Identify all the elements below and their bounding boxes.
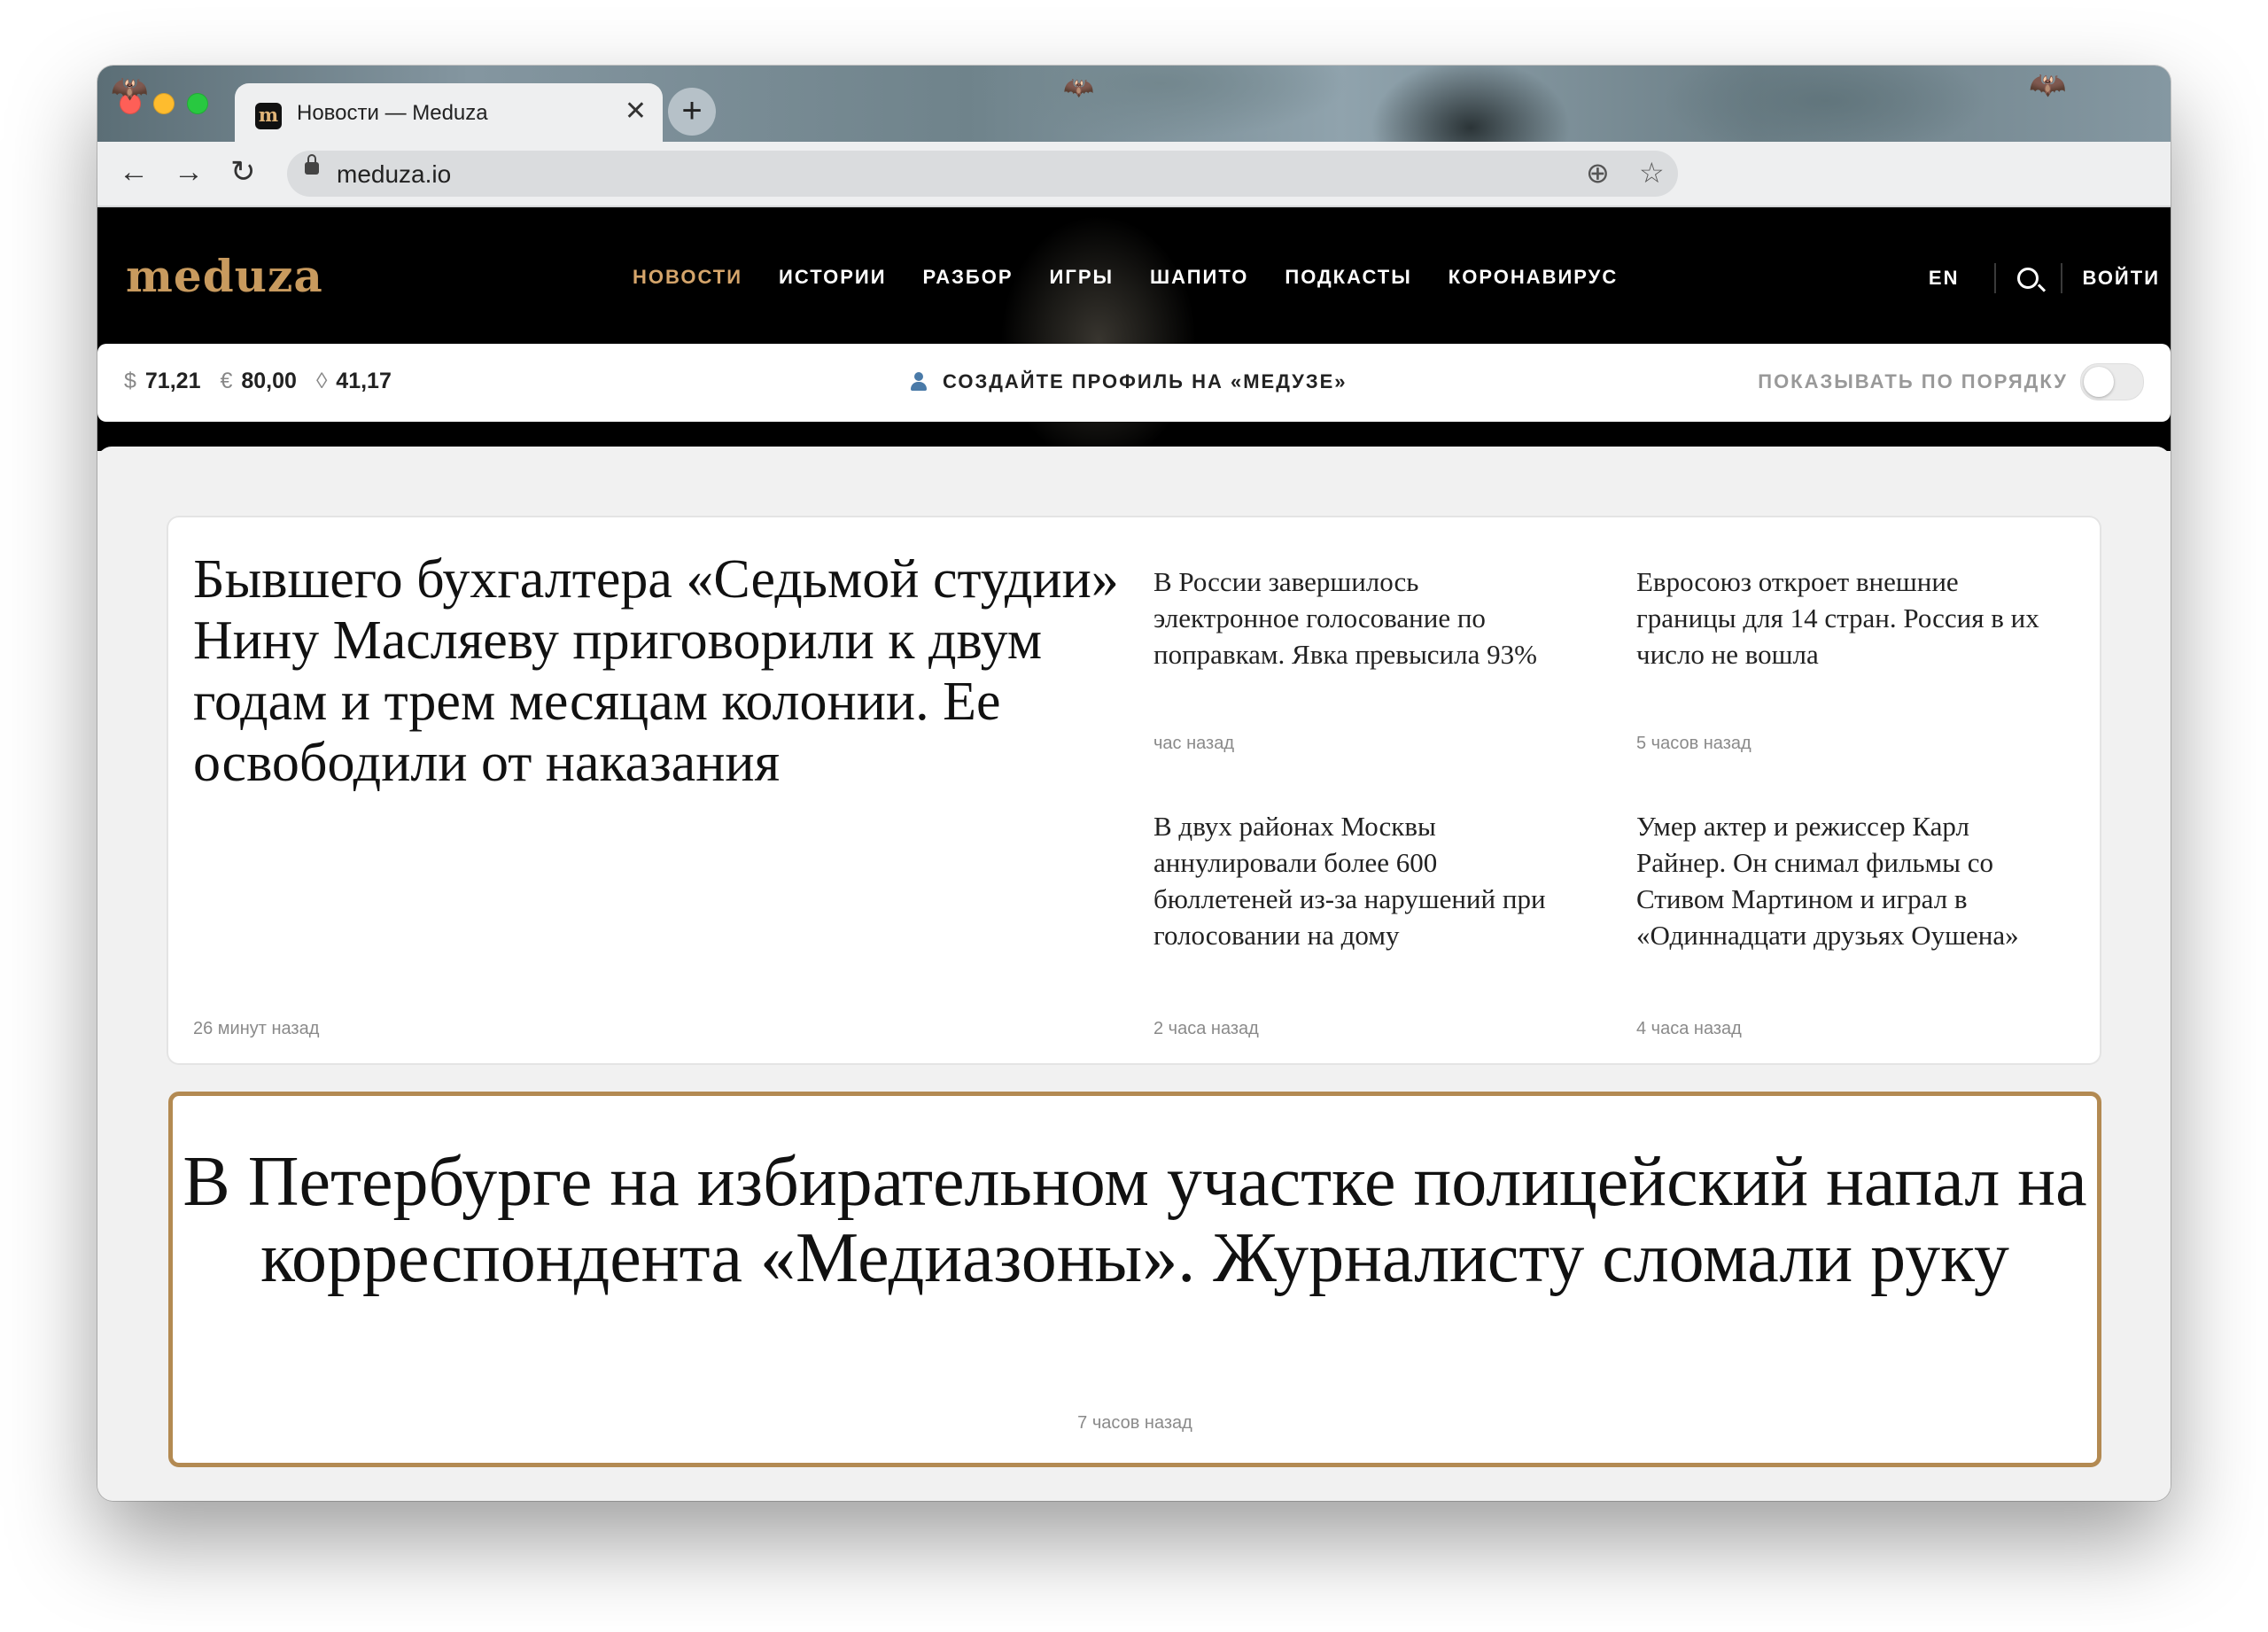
news-item-title[interactable]: В двух районах Москвы аннулировали более… (1153, 808, 1570, 953)
header-actions: EN ВОЙТИ (1929, 260, 2171, 296)
info-bar: $ 71,21 € 80,00 ◊ 41,17 СОЗДАЙТЕ ПРОФИЛЬ… (97, 344, 2171, 422)
dollar-icon: $ (124, 369, 136, 393)
bat-decoration-icon: 🦇 (2029, 68, 2067, 102)
lead-news-title[interactable]: Бывшего бухгалтера «Седьмой студии» Нину… (193, 549, 1132, 794)
rate-eur: € 80,00 (220, 369, 296, 394)
news-timestamp: 5 часов назад (1636, 734, 1751, 753)
featured-news-title[interactable]: В Петербурге на избирательном участке по… (173, 1144, 2097, 1296)
nav-stories[interactable]: ИСТОРИИ (779, 266, 886, 289)
rate-value: 71,21 (144, 369, 201, 393)
install-app-icon[interactable]: ⊕ (1586, 157, 1610, 189)
meduza-favicon-icon: m (255, 103, 282, 129)
nav-shapito[interactable]: ШАПИТО (1150, 266, 1248, 289)
currency-rates: $ 71,21 € 80,00 ◊ 41,17 (124, 369, 411, 394)
divider (1994, 263, 1997, 293)
create-profile-link[interactable]: СОЗДАЙТЕ ПРОФИЛЬ НА «МЕДУЗЕ» (909, 370, 1348, 393)
create-profile-label: СОЗДАЙТЕ ПРОФИЛЬ НА «МЕДУЗЕ» (943, 370, 1348, 392)
search-icon[interactable] (2017, 268, 2039, 289)
nav-games[interactable]: ИГРЫ (1050, 266, 1115, 289)
news-timestamp: 2 часа назад (1153, 1019, 1259, 1038)
bookmark-star-icon[interactable]: ☆ (1639, 157, 1665, 189)
news-item-title[interactable]: В России завершилось электронное голосов… (1153, 563, 1570, 672)
browser-titlebar: 🦇 🦇 🦇 m Новости — Meduza ✕ + (97, 66, 2171, 142)
login-button[interactable]: ВОЙТИ (2082, 267, 2160, 290)
featured-news-card[interactable]: В Петербурге на избирательном участке по… (168, 1092, 2101, 1467)
nav-news[interactable]: НОВОСТИ (633, 266, 742, 289)
order-toggle[interactable]: ПОКАЗЫВАТЬ ПО ПОРЯДКУ (1758, 363, 2144, 400)
rate-oil: ◊ 41,17 (316, 369, 392, 394)
euro-icon: € (220, 369, 233, 393)
user-icon (909, 372, 928, 392)
divider (2061, 263, 2063, 293)
meduza-logo[interactable]: meduza (126, 250, 323, 302)
language-switch[interactable]: EN (1929, 267, 1960, 290)
bat-decoration-icon: 🦇 (1063, 74, 1094, 101)
close-tab-icon[interactable]: ✕ (625, 97, 647, 126)
nav-analysis[interactable]: РАЗБОР (923, 266, 1014, 289)
news-feed: Бывшего бухгалтера «Седьмой студии» Нину… (97, 447, 2171, 1501)
bat-decoration-icon: 🦇 (111, 72, 149, 105)
maximize-window-button[interactable] (187, 93, 208, 114)
rate-value: 80,00 (241, 369, 297, 393)
forward-arrow-icon[interactable]: → (174, 154, 204, 190)
site-header: meduza НОВОСТИ ИСТОРИИ РАЗБОР ИГРЫ ШАПИТ… (97, 207, 2171, 451)
rate-value: 41,17 (336, 369, 392, 393)
browser-toolbar: ← → ↻ meduza.io ⊕ ☆ (97, 142, 2171, 207)
new-tab-button[interactable]: + (668, 88, 716, 136)
back-arrow-icon[interactable]: ← (119, 154, 149, 190)
order-toggle-label: ПОКАЗЫВАТЬ ПО ПОРЯДКУ (1758, 370, 2068, 392)
news-timestamp: 26 минут назад (193, 1019, 320, 1038)
reload-icon[interactable]: ↻ (230, 154, 256, 190)
nav-coronavirus[interactable]: КОРОНАВИРУС (1449, 266, 1618, 289)
lock-icon (305, 154, 319, 175)
browser-window: 🦇 🦇 🦇 m Новости — Meduza ✕ + ← → ↻ meduz… (97, 66, 2171, 1501)
nav-podcasts[interactable]: ПОДКАСТЫ (1285, 266, 1411, 289)
url-text[interactable]: meduza.io (337, 160, 451, 189)
news-timestamp: 4 часа назад (1636, 1019, 1742, 1038)
news-item-title[interactable]: Умер актер и режиссер Карл Райнер. Он сн… (1636, 808, 2053, 953)
news-item-title[interactable]: Евросоюз откроет внешние границы для 14 … (1636, 563, 2053, 672)
news-timestamp: час назад (1153, 734, 1235, 753)
oil-drop-icon: ◊ (315, 369, 328, 393)
news-timestamp: 7 часов назад (1077, 1413, 1192, 1433)
main-nav: НОВОСТИ ИСТОРИИ РАЗБОР ИГРЫ ШАПИТО ПОДКА… (633, 266, 1654, 289)
toggle-switch[interactable] (2080, 363, 2144, 400)
tab-title: Новости — Meduza (297, 101, 488, 125)
rate-usd: $ 71,21 (124, 369, 200, 394)
browser-tab[interactable]: m Новости — Meduza ✕ (235, 83, 663, 142)
address-bar[interactable]: meduza.io ⊕ ☆ (287, 151, 1678, 197)
minimize-window-button[interactable] (153, 93, 175, 114)
news-block: Бывшего бухгалтера «Седьмой студии» Нину… (168, 517, 2100, 1063)
